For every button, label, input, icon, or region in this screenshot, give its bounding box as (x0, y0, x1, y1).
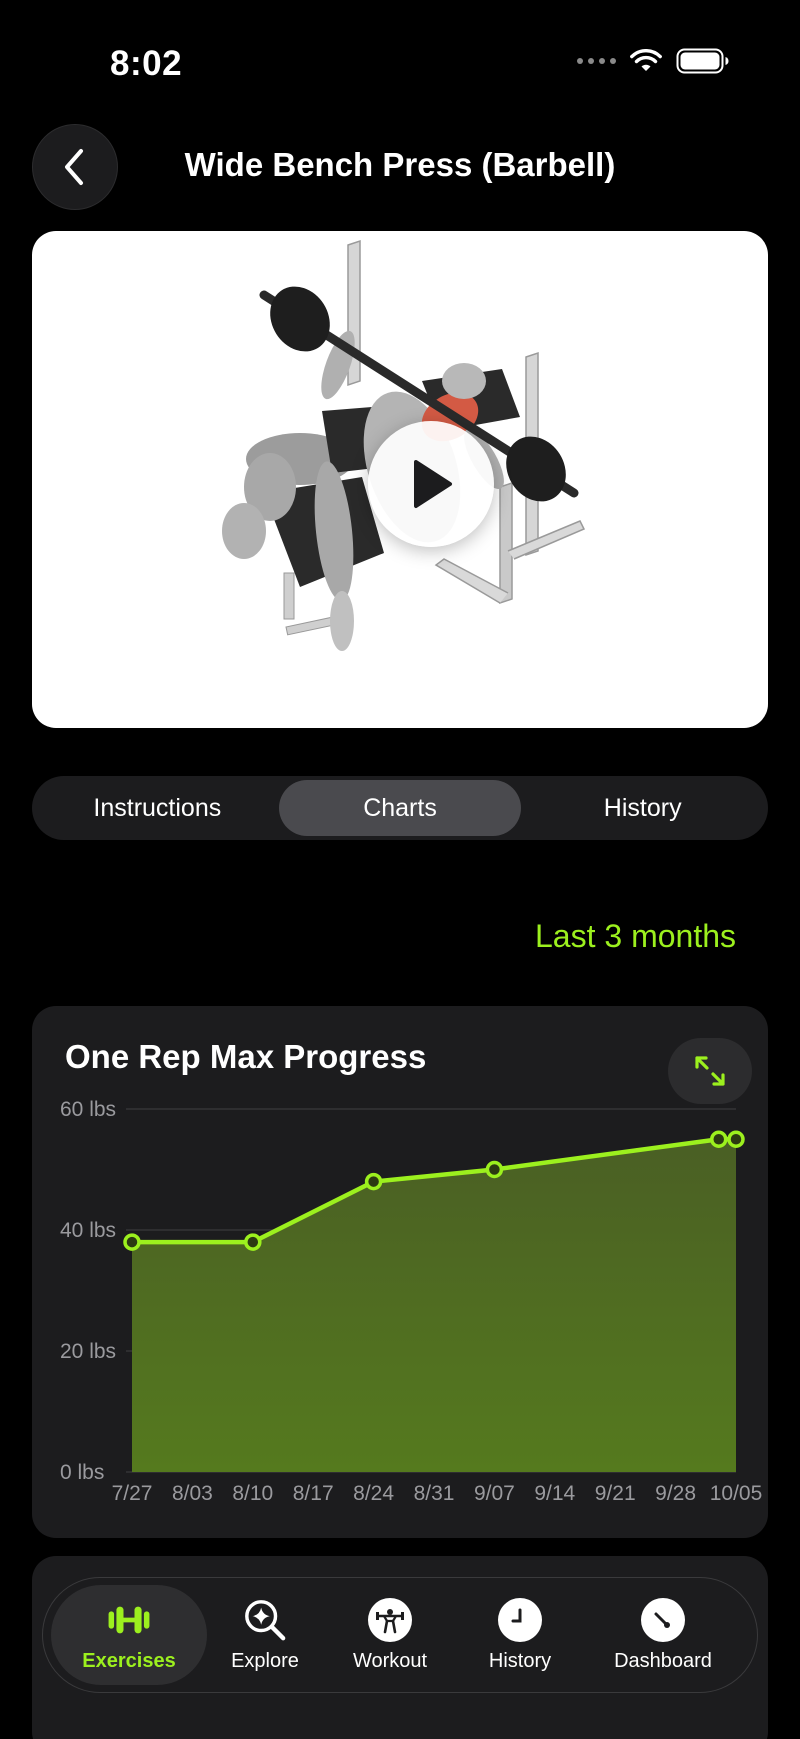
x-tick-label: 8/10 (232, 1482, 273, 1505)
x-tick-label: 9/14 (534, 1482, 575, 1505)
one-rep-max-chart: 7/27 8/03 8/10 8/17 8/24 8/31 9/07 9/14 9/21 9/28… (60, 1098, 763, 1505)
sparkle-search-icon (243, 1598, 287, 1642)
x-tick-label: 8/17 (293, 1482, 334, 1505)
status-indicators (577, 48, 730, 74)
back-button[interactable] (32, 124, 118, 210)
dumbbell-icon (107, 1598, 151, 1642)
battery-icon (676, 48, 729, 74)
tabbar-label: Explore (231, 1649, 299, 1672)
area-fill (132, 1139, 736, 1472)
tabbar-label: History (488, 1649, 552, 1672)
x-tick-label: 7/27 (112, 1482, 153, 1505)
tabbar-label: Workout (352, 1649, 428, 1672)
data-point (364, 1172, 383, 1191)
status-time: 8:02 (110, 44, 183, 83)
x-tick-label: 10/05 (710, 1482, 763, 1505)
tabbar-history[interactable]: History (457, 1585, 583, 1685)
x-tick-label: 8/24 (353, 1482, 394, 1505)
lifter-icon (368, 1597, 412, 1642)
tab-instructions[interactable]: Instructions (36, 780, 279, 836)
data-point (244, 1233, 262, 1251)
x-tick-label: 8/31 (414, 1482, 455, 1505)
x-tick-label: 8/03 (172, 1482, 213, 1505)
tabbar-explore[interactable]: Explore (207, 1585, 323, 1685)
status-bar: 8:02 (0, 0, 800, 120)
data-point (123, 1233, 141, 1251)
tabbar-label: Dashboard (614, 1649, 712, 1672)
tab-history[interactable]: History (521, 780, 764, 836)
gauge-icon (641, 1597, 685, 1642)
wifi-icon (630, 49, 662, 71)
play-icon (414, 460, 452, 508)
clock-icon (498, 1597, 542, 1642)
y-tick-label: 0 lbs (60, 1461, 104, 1484)
chart-title: One Rep Max Progress (65, 1038, 427, 1075)
y-tick-label: 60 lbs (60, 1098, 116, 1121)
section-tabs: Instructions Charts History (32, 776, 768, 840)
y-tick-label: 40 lbs (60, 1219, 116, 1242)
tabbar-exercises[interactable]: Exercises (51, 1585, 207, 1685)
chevron-left-icon (65, 149, 83, 185)
data-point (727, 1130, 745, 1148)
cellular-signal-icon (577, 58, 616, 64)
one-rep-max-chart-card: 7/27 8/03 8/10 8/17 8/24 8/31 9/07 9/14 9/21 9/28… (32, 1006, 768, 1538)
x-tick-label: 9/28 (655, 1482, 696, 1505)
x-tick-label: 9/21 (595, 1482, 636, 1505)
tab-charts[interactable]: Charts (278, 780, 522, 836)
exercise-video[interactable] (32, 231, 768, 728)
data-point (485, 1160, 504, 1179)
tabbar-label: Exercises (82, 1649, 176, 1672)
expand-chart-button[interactable] (668, 1038, 752, 1104)
y-tick-label: 20 lbs (60, 1340, 116, 1363)
bottom-tab-bar: Exercises Explore Workout History Dashbo… (42, 1577, 758, 1693)
expand-arrows-icon (695, 1056, 725, 1086)
page-title: Wide Bench Press (Barbell) (184, 146, 616, 183)
tabbar-dashboard[interactable]: Dashboard (583, 1585, 743, 1685)
tabbar-workout[interactable]: Workout (323, 1585, 457, 1685)
date-range-selector[interactable]: Last 3 months (535, 918, 736, 955)
data-point (709, 1130, 728, 1148)
play-button[interactable] (368, 421, 494, 547)
x-tick-label: 9/07 (474, 1482, 515, 1505)
